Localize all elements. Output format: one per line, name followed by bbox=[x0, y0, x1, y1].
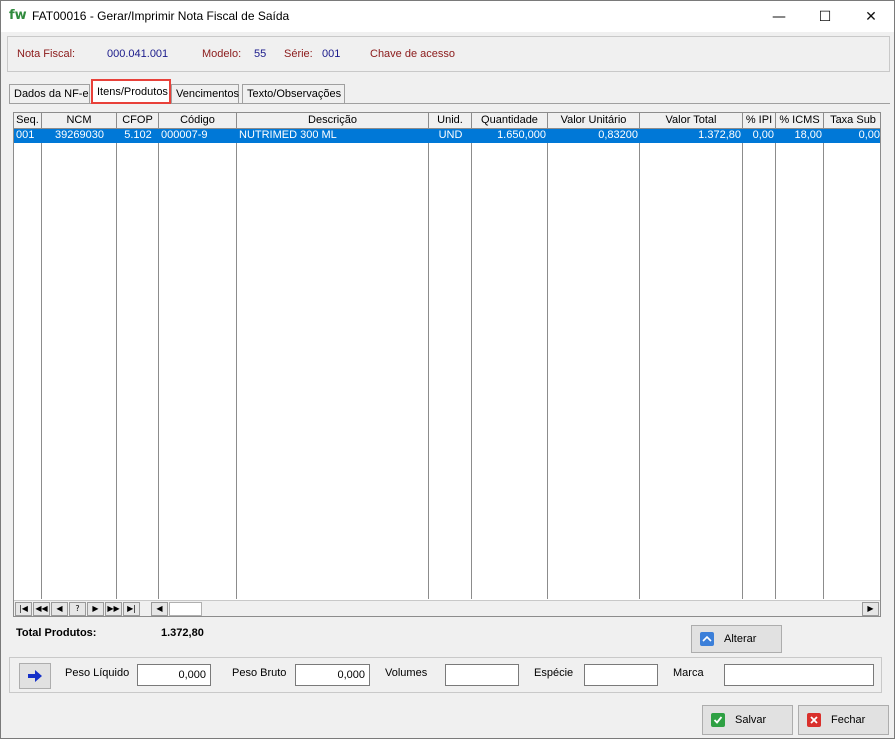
column-divider bbox=[742, 129, 743, 599]
column-divider bbox=[471, 129, 472, 599]
check-icon bbox=[711, 713, 725, 727]
grid-header: Seq. NCM CFOP Código Descrição Unid. Qua… bbox=[14, 113, 880, 129]
column-divider bbox=[428, 129, 429, 599]
salvar-label: Salvar bbox=[735, 714, 767, 726]
cell-valor-unitario: 0,83200 bbox=[598, 129, 638, 141]
app-logo-icon: fw bbox=[9, 8, 27, 23]
nav-prior-page-button[interactable]: ◀◀ bbox=[33, 602, 50, 616]
alterar-button[interactable]: Alterar bbox=[691, 625, 782, 653]
cell-seq: 001 bbox=[16, 129, 35, 141]
cell-ncm: 39269030 bbox=[55, 129, 104, 141]
nav-next-page-button[interactable]: ▶▶ bbox=[105, 602, 122, 616]
fechar-label: Fechar bbox=[831, 714, 866, 726]
salvar-button[interactable]: Salvar bbox=[702, 705, 793, 735]
col-header-unid[interactable]: Unid. bbox=[429, 113, 472, 129]
tab-texto-observacoes[interactable]: Texto/Observações bbox=[242, 84, 345, 103]
serie-label: Série: bbox=[284, 48, 313, 60]
main-window: fw FAT00016 - Gerar/Imprimir Nota Fiscal… bbox=[0, 0, 895, 739]
total-produtos-value: 1.372,80 bbox=[161, 627, 204, 639]
nav-help-button[interactable]: ? bbox=[69, 602, 86, 616]
col-header-codigo[interactable]: Código bbox=[159, 113, 237, 129]
table-row[interactable]: 001 39269030 5.102 000007-9 NUTRIMED 300… bbox=[14, 129, 880, 143]
especie-input[interactable] bbox=[584, 664, 658, 686]
nota-fiscal-value: 000.041.001 bbox=[107, 48, 169, 60]
col-header-quantidade[interactable]: Quantidade bbox=[472, 113, 548, 129]
grid-navigator: |◀ ◀◀ ◀ ? ▶ ▶▶ ▶| ◀ ▶ bbox=[14, 600, 880, 616]
col-header-ipi[interactable]: % IPI bbox=[743, 113, 776, 129]
modelo-value: 55 bbox=[254, 48, 267, 60]
column-divider bbox=[158, 129, 159, 599]
col-header-ncm[interactable]: NCM bbox=[42, 113, 117, 129]
cell-descricao: NUTRIMED 300 ML bbox=[239, 129, 337, 141]
cell-quantidade: 1.650,000 bbox=[497, 129, 546, 141]
peso-liquido-label: Peso Líquido bbox=[65, 667, 130, 679]
fechar-button[interactable]: Fechar bbox=[798, 705, 889, 735]
tab-dados-nfe[interactable]: Dados da NF-e bbox=[9, 84, 90, 103]
serie-value: 001 bbox=[322, 48, 341, 60]
col-header-cfop[interactable]: CFOP bbox=[117, 113, 159, 129]
column-divider bbox=[116, 129, 117, 599]
scroll-left-button[interactable]: ◀ bbox=[151, 602, 168, 616]
col-header-taxa-sub[interactable]: Taxa Sub bbox=[824, 113, 880, 129]
col-header-valor-total[interactable]: Valor Total bbox=[640, 113, 743, 129]
volumes-input[interactable] bbox=[445, 664, 519, 686]
especie-label: Espécie bbox=[534, 667, 574, 679]
cell-codigo: 000007-9 bbox=[161, 129, 208, 141]
cell-icms: 18,00 bbox=[794, 129, 822, 141]
column-divider bbox=[823, 129, 824, 599]
nav-last-button[interactable]: ▶| bbox=[123, 602, 140, 616]
invoice-header-panel: Nota Fiscal: 000.041.001 Modelo: 55 Séri… bbox=[7, 36, 890, 72]
items-grid[interactable]: Seq. NCM CFOP Código Descrição Unid. Qua… bbox=[13, 112, 881, 617]
total-produtos-label: Total Produtos: bbox=[16, 627, 97, 639]
tab-vencimentos[interactable]: Vencimentos bbox=[171, 84, 239, 103]
nav-first-button[interactable]: |◀ bbox=[15, 602, 32, 616]
window-title: FAT00016 - Gerar/Imprimir Nota Fiscal de… bbox=[32, 9, 290, 23]
nav-next-button[interactable]: ▶ bbox=[87, 602, 104, 616]
marca-input[interactable] bbox=[724, 664, 874, 686]
close-window-button[interactable]: ✕ bbox=[848, 1, 894, 32]
column-divider bbox=[547, 129, 548, 599]
cell-cfop: 5.102 bbox=[124, 129, 152, 141]
close-icon bbox=[807, 713, 821, 727]
tab-itens-produtos[interactable]: Itens/Produtos bbox=[91, 79, 171, 104]
peso-liquido-input[interactable] bbox=[137, 664, 211, 686]
modelo-label: Modelo: bbox=[202, 48, 242, 60]
scroll-right-button[interactable]: ▶ bbox=[862, 602, 879, 616]
column-divider bbox=[775, 129, 776, 599]
nav-prior-button[interactable]: ◀ bbox=[51, 602, 68, 616]
alterar-label: Alterar bbox=[724, 633, 757, 645]
volumes-label: Volumes bbox=[385, 667, 428, 679]
column-divider bbox=[639, 129, 640, 599]
col-header-descricao[interactable]: Descrição bbox=[237, 113, 429, 129]
chave-acesso-label: Chave de acesso bbox=[370, 48, 455, 60]
edit-icon bbox=[700, 632, 714, 646]
peso-bruto-input[interactable] bbox=[295, 664, 370, 686]
cell-valor-total: 1.372,80 bbox=[698, 129, 741, 141]
col-header-icms[interactable]: % ICMS bbox=[776, 113, 824, 129]
cell-taxa-sub: 0,00 bbox=[858, 129, 880, 141]
arrow-right-icon[interactable] bbox=[19, 663, 51, 689]
maximize-button[interactable]: ☐ bbox=[802, 1, 848, 32]
shipping-panel: Peso Líquido Peso Bruto Volumes Espécie … bbox=[9, 657, 882, 693]
horizontal-scroll-thumb[interactable] bbox=[169, 602, 202, 616]
nota-fiscal-label: Nota Fiscal: bbox=[17, 48, 76, 60]
minimize-button[interactable]: — bbox=[756, 1, 802, 32]
peso-bruto-label: Peso Bruto bbox=[232, 667, 287, 679]
cell-unid: UND bbox=[438, 129, 463, 141]
marca-label: Marca bbox=[673, 667, 704, 679]
column-divider bbox=[236, 129, 237, 599]
column-divider bbox=[41, 129, 42, 599]
col-header-valor-unitario[interactable]: Valor Unitário bbox=[548, 113, 640, 129]
cell-ipi: 0,00 bbox=[752, 129, 774, 141]
title-bar: fw FAT00016 - Gerar/Imprimir Nota Fiscal… bbox=[1, 1, 894, 32]
col-header-seq[interactable]: Seq. bbox=[14, 113, 42, 129]
